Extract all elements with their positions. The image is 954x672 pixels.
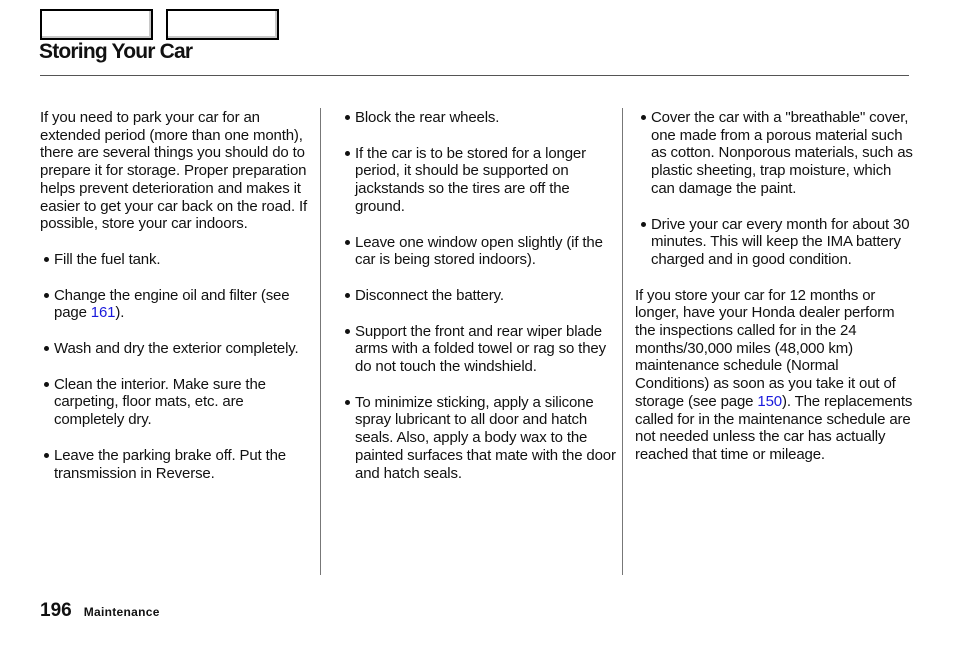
list-item: If the car is to be stored for a longer … xyxy=(341,145,621,216)
list-item-text: Leave the parking brake off. Put the tra… xyxy=(54,446,286,482)
list-item-text: Change the engine oil and filter (see pa… xyxy=(54,286,290,322)
list-item: Leave the parking brake off. Put the tra… xyxy=(40,447,316,482)
list-item-text: Fill the fuel tank. xyxy=(54,250,161,268)
list-item: Drive your car every month for about 30 … xyxy=(637,216,913,269)
page-title: Storing Your Car xyxy=(39,40,193,63)
page-link-150[interactable]: 150 xyxy=(757,393,782,410)
list-item: Clean the interior. Make sure the carpet… xyxy=(40,376,316,429)
bullet-icon xyxy=(345,292,350,298)
title-divider xyxy=(40,75,909,76)
bullet-icon xyxy=(345,399,350,405)
list-item: To minimize sticking, apply a silicone s… xyxy=(341,394,621,483)
list-item: Change the engine oil and filter (see pa… xyxy=(40,287,316,322)
list-item: Cover the car with a "breathable" cover,… xyxy=(637,109,913,198)
list-item: Disconnect the battery. xyxy=(341,287,621,305)
closing-paragraph: If you store your car for 12 months or l… xyxy=(635,287,913,464)
page-footer: 196 Maintenance xyxy=(40,600,160,622)
nav-button-next[interactable] xyxy=(166,9,279,40)
list-item: Support the front and rear wiper blade a… xyxy=(341,323,621,376)
bullet-icon xyxy=(44,256,49,262)
bullet-icon xyxy=(345,328,350,334)
closing-text: If you store your car for 12 months or l… xyxy=(635,286,896,410)
list-item-text: Support the front and rear wiper blade a… xyxy=(355,322,606,376)
list-item-text: ). xyxy=(115,304,125,322)
bullet-icon xyxy=(641,221,646,227)
column-2: Block the rear wheels. If the car is to … xyxy=(341,109,621,500)
bullet-icon xyxy=(345,150,350,156)
column-divider xyxy=(622,108,623,575)
list-item-text: Disconnect the battery. xyxy=(355,286,504,304)
bullet-icon xyxy=(44,381,49,387)
column-divider xyxy=(320,108,321,575)
page-link-161[interactable]: 161 xyxy=(91,304,116,321)
nav-button-previous[interactable] xyxy=(40,9,153,40)
bullet-icon xyxy=(44,452,49,458)
list-item: Fill the fuel tank. xyxy=(40,251,316,269)
list-item-text: If the car is to be stored for a longer … xyxy=(355,144,586,215)
list-item-text: Leave one window open slightly (if the c… xyxy=(355,233,603,269)
list-item: Wash and dry the exterior completely. xyxy=(40,340,316,358)
bullet-icon xyxy=(345,239,350,245)
intro-paragraph: If you need to park your car for an exte… xyxy=(40,109,308,233)
list-item-text: Drive your car every month for about 30 … xyxy=(651,215,910,268)
list-item-text: Wash and dry the exterior completely. xyxy=(54,340,299,358)
bullet-icon xyxy=(44,292,49,298)
bullet-icon xyxy=(345,115,350,120)
list-item: Leave one window open slightly (if the c… xyxy=(341,234,621,269)
bullet-icon xyxy=(44,346,49,352)
list-item-text: Cover the car with a "breathable" cover,… xyxy=(651,109,913,197)
list-item-text: To minimize sticking, apply a silicone s… xyxy=(355,393,616,482)
column-1: If you need to park your car for an exte… xyxy=(40,109,316,500)
list-item-text: Clean the interior. Make sure the carpet… xyxy=(54,375,266,429)
bullet-icon xyxy=(641,115,646,120)
column-3: Cover the car with a "breathable" cover,… xyxy=(635,109,913,482)
list-item: Block the rear wheels. xyxy=(341,109,621,127)
list-item-text: Block the rear wheels. xyxy=(355,109,500,126)
page-number: 196 xyxy=(40,600,72,621)
section-name: Maintenance xyxy=(83,605,160,619)
